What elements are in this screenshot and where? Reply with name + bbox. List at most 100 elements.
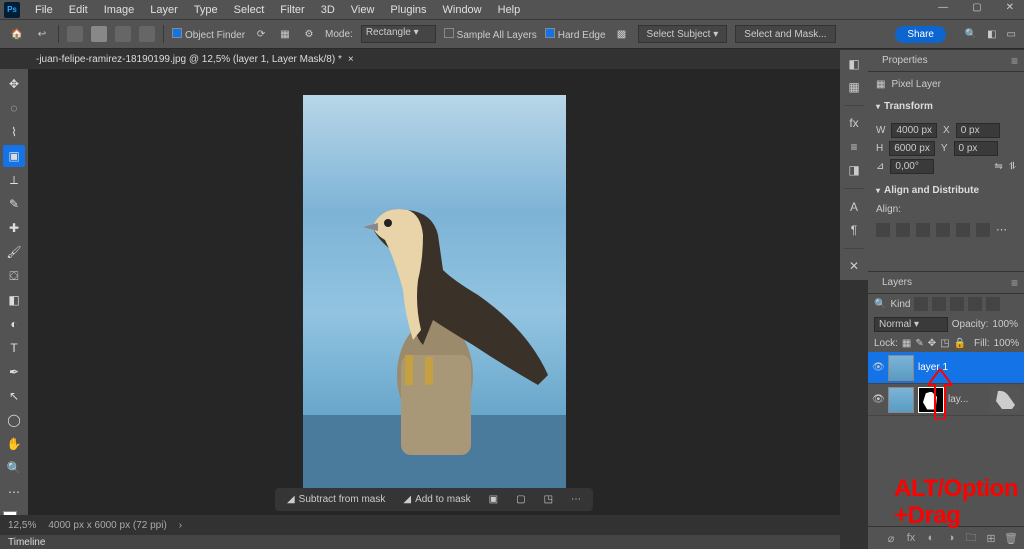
width-field[interactable]: 4000 px — [891, 123, 937, 138]
lock-all-icon[interactable]: 🔒 — [954, 338, 966, 349]
swatches-panel-icon[interactable]: ▦ — [843, 77, 865, 96]
refresh-icon[interactable]: ⟳ — [253, 26, 269, 42]
canvas-option-icon-1[interactable]: ▣ — [485, 492, 502, 507]
filter-kind-select[interactable]: Kind — [890, 299, 910, 310]
intersect-selection-icon[interactable] — [139, 26, 155, 42]
align-section[interactable]: Align and Distribute — [868, 181, 1024, 200]
minimize-button[interactable]: — — [932, 2, 954, 13]
visibility-icon[interactable]: 👁 — [872, 362, 884, 373]
mask-icon[interactable]: ◐ — [924, 531, 938, 545]
adjustments-panel-icon[interactable]: fx — [843, 114, 865, 133]
eyedropper-tool[interactable]: ✎ — [3, 193, 25, 215]
history-panel-icon[interactable]: ✕ — [843, 257, 865, 276]
crop-tool[interactable]: ⟂ — [3, 169, 25, 191]
new-selection-icon[interactable] — [67, 26, 83, 42]
healing-tool[interactable]: ✚ — [3, 217, 25, 239]
type-tool[interactable]: T — [3, 337, 25, 359]
settings-icon[interactable]: ⚙ — [301, 26, 317, 42]
canvas-option-icon-2[interactable]: ▢ — [512, 492, 529, 507]
brush-tool[interactable]: 🖌 — [3, 241, 25, 263]
channels-panel-icon[interactable]: ◨ — [843, 161, 865, 180]
align-right-icon[interactable] — [916, 223, 930, 237]
select-and-mask-button[interactable]: Select and Mask... — [735, 25, 835, 43]
menu-file[interactable]: File — [28, 2, 60, 18]
lock-pos-icon[interactable]: ✥ — [928, 338, 936, 349]
subtract-selection-icon[interactable] — [115, 26, 131, 42]
add-selection-icon[interactable] — [91, 26, 107, 42]
color-panel-icon[interactable]: ◧ — [843, 54, 865, 73]
align-center-h-icon[interactable] — [896, 223, 910, 237]
zoom-level[interactable]: 12,5% — [8, 520, 36, 531]
stamp-tool[interactable]: ⛋ — [3, 265, 25, 287]
arrange-icon[interactable]: ▭ — [1007, 29, 1016, 40]
height-field[interactable]: 6000 px — [889, 141, 935, 156]
more-tools[interactable]: ⋯ — [3, 481, 25, 503]
align-top-icon[interactable] — [936, 223, 950, 237]
menu-filter[interactable]: Filter — [273, 2, 311, 18]
character-panel-icon[interactable]: A — [843, 197, 865, 216]
lock-frame-icon[interactable]: ◳ — [940, 338, 949, 349]
menu-window[interactable]: Window — [436, 2, 489, 18]
link-layers-icon[interactable]: ⌀ — [884, 531, 898, 545]
menu-plugins[interactable]: Plugins — [383, 2, 433, 18]
overlay-icon[interactable]: ▦ — [277, 26, 293, 42]
filter-type-icon[interactable] — [950, 297, 964, 311]
menu-image[interactable]: Image — [97, 2, 142, 18]
marquee-tool[interactable]: ◌ — [3, 97, 25, 119]
sample-all-layers-toggle[interactable]: Sample All Layers — [444, 28, 537, 41]
close-button[interactable]: ✕ — [1000, 2, 1020, 13]
gradient-tool[interactable]: ◐ — [3, 313, 25, 335]
hand-tool[interactable]: ✋ — [3, 433, 25, 455]
mask-overlay-icon[interactable]: ▩ — [614, 26, 630, 42]
y-field[interactable]: 0 px — [954, 141, 998, 156]
share-button[interactable]: Share — [895, 26, 946, 43]
delete-layer-icon[interactable]: 🗑 — [1004, 531, 1018, 545]
menu-3d[interactable]: 3D — [314, 2, 342, 18]
fill-field[interactable]: 100% — [994, 338, 1020, 349]
filter-smart-icon[interactable] — [986, 297, 1000, 311]
object-selection-tool[interactable]: ▣ — [3, 145, 25, 167]
properties-tab[interactable]: Properties — [874, 52, 936, 69]
flip-h-icon[interactable]: ⇋ — [994, 161, 1002, 172]
blend-mode-select[interactable]: Normal ▾ — [874, 317, 948, 332]
home-icon[interactable]: 🏠 — [8, 25, 26, 43]
fx-icon[interactable]: fx — [904, 531, 918, 545]
menu-type[interactable]: Type — [187, 2, 225, 18]
timeline-panel[interactable]: Timeline — [0, 535, 840, 549]
move-tool[interactable]: ✥ — [3, 73, 25, 95]
doc-info-arrow-icon[interactable]: › — [179, 520, 182, 531]
menu-layer[interactable]: Layer — [143, 2, 185, 18]
align-center-v-icon[interactable] — [956, 223, 970, 237]
align-bottom-icon[interactable] — [976, 223, 990, 237]
opacity-field[interactable]: 100% — [992, 319, 1018, 330]
path-tool[interactable]: ↖ — [3, 385, 25, 407]
flip-v-icon[interactable]: ⥮ — [1009, 161, 1016, 172]
lock-paint-icon[interactable]: ✎ — [915, 338, 923, 349]
select-subject-button[interactable]: Select Subject ▾ — [638, 25, 728, 43]
document-tab[interactable]: -juan-felipe-ramirez-18190199.jpg @ 12,5… — [28, 51, 366, 68]
canvas-option-icon-3[interactable]: ◳ — [540, 492, 557, 507]
menu-view[interactable]: View — [344, 2, 382, 18]
properties-menu-icon[interactable]: ≡ — [1011, 54, 1018, 68]
workspace-icon[interactable]: ◧ — [987, 29, 996, 40]
layers-tab[interactable]: Layers — [874, 274, 920, 291]
shape-tool[interactable]: ◯ — [3, 409, 25, 431]
layers-menu-icon[interactable]: ≡ — [1011, 276, 1018, 290]
lock-trans-icon[interactable]: ▦ — [902, 338, 911, 349]
paragraph-panel-icon[interactable]: ¶ — [843, 220, 865, 239]
search-icon[interactable]: 🔍 — [965, 29, 977, 40]
group-icon[interactable]: 🗀 — [964, 531, 978, 545]
styles-panel-icon[interactable]: ≡ — [843, 137, 865, 156]
hard-edge-toggle[interactable]: Hard Edge — [545, 28, 606, 41]
subtract-from-mask-button[interactable]: ◢ Subtract from mask — [283, 492, 389, 507]
new-layer-icon[interactable]: ⊞ — [984, 531, 998, 545]
object-finder-toggle[interactable]: Object Finder — [172, 28, 245, 41]
x-field[interactable]: 0 px — [956, 123, 1000, 138]
pen-tool[interactable]: ✒ — [3, 361, 25, 383]
document-canvas[interactable] — [303, 95, 566, 490]
menu-help[interactable]: Help — [491, 2, 528, 18]
layer-thumb[interactable] — [888, 387, 914, 413]
menu-edit[interactable]: Edit — [62, 2, 95, 18]
menu-select[interactable]: Select — [227, 2, 272, 18]
filter-pixel-icon[interactable] — [914, 297, 928, 311]
